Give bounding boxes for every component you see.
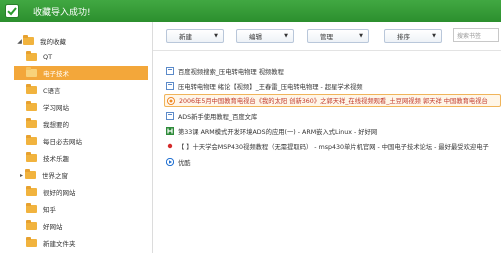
- tree-item-label: 学习网站: [43, 104, 69, 112]
- tree-item-label: 世界之窗: [42, 172, 68, 180]
- tree-item-label: 每日必去网站: [43, 138, 82, 146]
- window-title: 收藏导入成功!: [33, 8, 91, 18]
- bookmark-title: 百度视频搜索_压电转电物理 视频教程: [178, 68, 284, 76]
- tree-item-c-language[interactable]: C语言: [26, 83, 146, 97]
- tree-item-wanted[interactable]: 我想要的: [26, 117, 146, 131]
- bookmark-title: 【 】十天学会MSP430视频教程（无需提取码） - msp430单片机官网 -…: [178, 143, 489, 151]
- tree-item-label: QT: [43, 53, 53, 61]
- tree-item-nice-sites[interactable]: 好网站: [26, 219, 146, 233]
- tree-item-label: 技术乐趣: [43, 155, 69, 163]
- folder-icon: [26, 237, 37, 247]
- bookmark-item-selected[interactable]: 2006年5月中国教育电视台《我的太阳 创新360》之郭天祥_在线视频观看_土豆…: [164, 94, 501, 107]
- folder-icon: [26, 220, 37, 230]
- caret-down-icon: ▼: [214, 33, 218, 39]
- tree-item-label: 新建文件夹: [43, 240, 76, 248]
- expand-arrow-icon[interactable]: ◢: [16, 38, 23, 45]
- bookmark-item[interactable]: 优酷: [166, 156, 501, 168]
- red-dot-icon: [167, 143, 173, 149]
- tree-item-label: 好网站: [43, 223, 63, 231]
- folder-tree: ◢ 我的收藏 QT 电子技术 C语言 学习网站 我想要的 每日必去网站 技术乐趣…: [12, 26, 148, 251]
- pane-divider[interactable]: [152, 22, 153, 253]
- bookmark-item[interactable]: 百度视频搜索_压电转电物理 视频教程: [166, 65, 501, 77]
- folder-icon: [26, 101, 37, 111]
- tree-item-label: 知乎: [43, 206, 56, 214]
- caret-down-icon: ▼: [284, 33, 288, 39]
- caret-down-icon: ▼: [359, 33, 363, 39]
- folder-icon: [26, 51, 37, 61]
- tudou-icon: [167, 96, 175, 105]
- folder-icon: [26, 135, 37, 145]
- tree-item-label: 很好的网站: [43, 189, 76, 197]
- folder-icon: [23, 35, 34, 45]
- folder-icon: [26, 152, 37, 162]
- manage-button[interactable]: 管理 ▼: [307, 29, 369, 43]
- folder-icon: [26, 203, 37, 213]
- bookmark-item[interactable]: ADS新手使用教程_百度文库: [166, 110, 501, 122]
- tree-item-good-sites[interactable]: 很好的网站: [26, 185, 146, 199]
- search-input[interactable]: 搜索书签: [453, 28, 499, 42]
- tree-item-label: 我的收藏: [40, 38, 66, 46]
- folder-icon: [26, 118, 37, 128]
- edit-button[interactable]: 编辑 ▼: [236, 29, 294, 43]
- tree-item-daily-sites[interactable]: 每日必去网站: [26, 134, 146, 148]
- tree-item-tech-fun[interactable]: 技术乐趣: [26, 151, 146, 165]
- bookmark-item[interactable]: 压电转电物理 绪论【视频】_王春雷_压电转电物理 - 超星学术视频: [166, 80, 501, 92]
- success-check-icon: [5, 4, 19, 18]
- title-bar: 收藏导入成功!: [0, 0, 501, 22]
- folder-icon: [26, 84, 37, 94]
- green-h-icon: [166, 127, 174, 135]
- folder-icon: [25, 169, 36, 179]
- bookmark-title: 2006年5月中国教育电视台《我的太阳 创新360》之郭天祥_在线视频观看_土豆…: [179, 98, 488, 105]
- generic-page-icon: [166, 112, 174, 120]
- tree-item-zhihu[interactable]: 知乎: [26, 202, 146, 216]
- bookmark-item[interactable]: 第33课 ARM模式开发环境ADS的应用(一) - ARM嵌入式Linux - …: [166, 125, 501, 137]
- expand-arrow-icon[interactable]: ▸: [18, 172, 25, 179]
- sort-button[interactable]: 排序 ▼: [384, 29, 442, 43]
- bookmark-title: 优酷: [178, 159, 191, 167]
- generic-page-icon: [166, 82, 174, 90]
- toolbar-separator: [153, 50, 501, 51]
- tree-item-my-favorites[interactable]: ◢ 我的收藏: [16, 34, 146, 48]
- tree-item-study-sites[interactable]: 学习网站: [26, 100, 146, 114]
- tree-item-new-folder[interactable]: 新建文件夹: [26, 236, 146, 250]
- tree-item-qt[interactable]: QT: [26, 50, 146, 64]
- folder-icon: [26, 186, 37, 196]
- manage-button-label: 管理: [320, 33, 333, 41]
- tree-item-label: C语言: [43, 87, 61, 95]
- edit-button-label: 编辑: [249, 33, 262, 41]
- tree-item-electronics[interactable]: 电子技术: [14, 66, 148, 80]
- bookmark-title: ADS新手使用教程_百度文库: [178, 113, 258, 121]
- sort-button-label: 排序: [397, 33, 410, 41]
- bookmark-title: 第33课 ARM模式开发环境ADS的应用(一) - ARM嵌入式Linux - …: [178, 128, 378, 136]
- folder-icon: [26, 67, 37, 77]
- caret-down-icon: ▼: [432, 33, 436, 39]
- tree-item-label: 我想要的: [43, 121, 69, 129]
- bookmark-title: 压电转电物理 绪论【视频】_王春雷_压电转电物理 - 超星学术视频: [178, 83, 363, 91]
- new-button[interactable]: 新建 ▼: [166, 29, 224, 43]
- tree-item-label: 电子技术: [43, 70, 69, 78]
- bookmark-item[interactable]: 【 】十天学会MSP430视频教程（无需提取码） - msp430单片机官网 -…: [166, 140, 501, 152]
- generic-page-icon: [166, 67, 174, 75]
- new-button-label: 新建: [179, 33, 192, 41]
- tree-item-world-window[interactable]: ▸ 世界之窗: [18, 168, 146, 182]
- youku-icon: [166, 158, 174, 166]
